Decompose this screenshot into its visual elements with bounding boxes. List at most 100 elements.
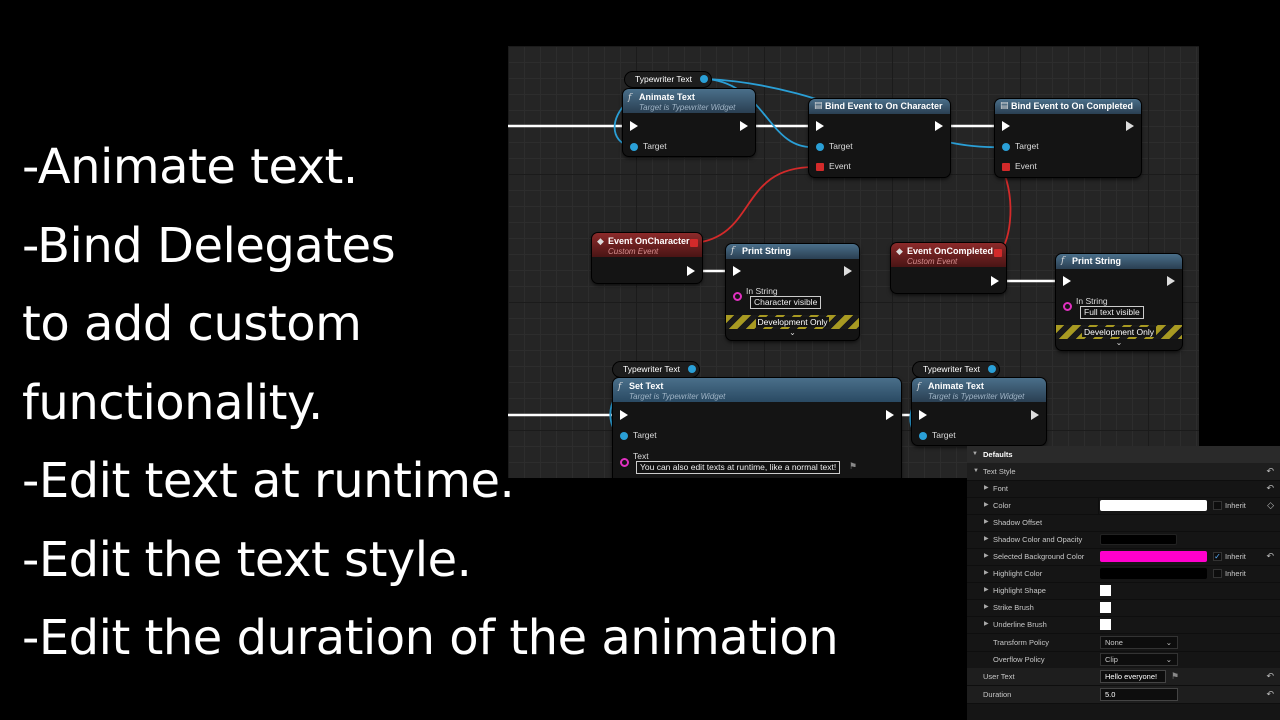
text-pin-icon[interactable] <box>620 458 629 467</box>
duration-row[interactable]: Duration 5.0 ↶ <box>967 686 1280 704</box>
print-string-node[interactable]: f Print String In String Full text visib… <box>1056 254 1182 350</box>
exec-in-pin-icon[interactable] <box>1002 121 1010 131</box>
animate-text-node[interactable]: f Animate Text Target is Typewriter Widg… <box>912 378 1046 445</box>
event-on-completed-node[interactable]: ◆ Event OnCompleted Custom Event <box>891 243 1006 293</box>
color-row[interactable]: ▶ Color Inherit ◇ <box>967 497 1280 515</box>
user-text-row[interactable]: User Text Hello everyone! ⚑ ↶ <box>967 668 1280 686</box>
bind-on-character-node[interactable]: ▤ Bind Event to On Character Target Even… <box>809 99 950 177</box>
user-text-input[interactable]: Hello everyone! <box>1100 670 1166 683</box>
target-pin-icon[interactable] <box>816 143 824 151</box>
delegate-pin-icon[interactable] <box>690 239 698 247</box>
expand-triangle-icon[interactable]: ▶ <box>984 599 989 616</box>
blueprint-graph[interactable]: Typewriter Text Typewriter Text Typewrit… <box>508 46 1199 478</box>
expand-triangle-icon[interactable]: ▶ <box>984 497 989 514</box>
transform-policy-dropdown[interactable]: None ⌄ <box>1100 636 1178 649</box>
chevron-down-icon: ⌄ <box>1165 655 1172 664</box>
shadow-color-swatch[interactable] <box>1100 534 1177 545</box>
localization-flag-icon[interactable]: ⚑ <box>1171 668 1179 685</box>
brush-swatch[interactable] <box>1100 585 1111 596</box>
overflow-policy-row[interactable]: Overflow Policy Clip ⌄ <box>967 651 1280 669</box>
collapse-triangle-icon[interactable]: ▼ <box>973 463 979 480</box>
expand-triangle-icon[interactable]: ▶ <box>984 582 989 599</box>
exec-in-pin-icon[interactable] <box>630 121 638 131</box>
expand-chevron-icon[interactable]: ⌄ <box>726 328 859 337</box>
string-pin-icon[interactable] <box>1063 302 1072 311</box>
typewriter-variable-node[interactable]: Typewriter Text <box>613 362 699 377</box>
reset-arrow-icon[interactable]: ↶ <box>1266 668 1274 685</box>
exec-out-pin-icon[interactable] <box>844 266 852 276</box>
exec-out-pin-icon[interactable] <box>935 121 943 131</box>
highlight-color-swatch[interactable] <box>1100 568 1207 579</box>
duration-input[interactable]: 5.0 <box>1100 688 1178 701</box>
inherit-checkbox[interactable] <box>1213 501 1222 510</box>
reset-arrow-icon[interactable]: ↶ <box>1266 480 1274 497</box>
in-string-field[interactable]: Full text visible <box>1080 306 1144 319</box>
set-text-node[interactable]: f Set Text Target is Typewriter Widget T… <box>613 378 901 478</box>
exec-in-pin-icon[interactable] <box>620 410 628 420</box>
event-on-character-node[interactable]: ◆ Event OnCharacter Custom Event <box>592 233 702 283</box>
text-field[interactable]: You can also edit texts at runtime, like… <box>636 461 841 474</box>
typewriter-variable-node[interactable]: Typewriter Text <box>625 72 711 87</box>
reset-diamond-icon[interactable]: ◇ <box>1267 497 1274 514</box>
collapse-triangle-icon[interactable]: ▼ <box>972 446 978 463</box>
localization-flag-icon[interactable]: ⚑ <box>849 461 857 472</box>
event-pin-icon[interactable] <box>1002 163 1010 171</box>
expand-chevron-icon[interactable]: ⌄ <box>1056 338 1182 347</box>
exec-in-pin-icon[interactable] <box>1063 276 1071 286</box>
underline-brush-row[interactable]: ▶ Underline Brush <box>967 616 1280 634</box>
highlight-color-row[interactable]: ▶ Highlight Color Inherit <box>967 565 1280 583</box>
transform-policy-row[interactable]: Transform Policy None ⌄ <box>967 634 1280 652</box>
event-pin-icon[interactable] <box>816 163 824 171</box>
typewriter-variable-node[interactable]: Typewriter Text <box>913 362 999 377</box>
exec-out-pin-icon[interactable] <box>991 276 999 286</box>
selected-bg-swatch[interactable] <box>1100 551 1207 562</box>
event-icon: ◆ <box>597 237 604 247</box>
exec-in-pin-icon[interactable] <box>919 410 927 420</box>
highlight-shape-row[interactable]: ▶ Highlight Shape <box>967 582 1280 600</box>
brush-swatch[interactable] <box>1100 602 1111 613</box>
print-string-node[interactable]: f Print String In String Character visib… <box>726 244 859 340</box>
target-pin-icon[interactable] <box>1002 143 1010 151</box>
reset-arrow-icon[interactable]: ↶ <box>1266 463 1274 480</box>
delegate-pin-icon[interactable] <box>994 249 1002 257</box>
color-swatch[interactable] <box>1100 500 1207 511</box>
reset-arrow-icon[interactable]: ↶ <box>1266 686 1274 703</box>
target-pin-icon[interactable] <box>630 143 638 151</box>
shadow-offset-row[interactable]: ▶ Shadow Offset <box>967 514 1280 532</box>
exec-out-pin-icon[interactable] <box>740 121 748 131</box>
in-string-field[interactable]: Character visible <box>750 296 822 309</box>
column-divider <box>1098 497 1099 514</box>
animate-text-node[interactable]: f Animate Text Target is Typewriter Widg… <box>623 89 755 156</box>
exec-out-pin-icon[interactable] <box>1167 276 1175 286</box>
text-style-row[interactable]: ▼ Text Style ↶ <box>967 463 1280 481</box>
expand-triangle-icon[interactable]: ▶ <box>984 480 989 497</box>
exec-out-pin-icon[interactable] <box>886 410 894 420</box>
brush-swatch[interactable] <box>1100 619 1111 630</box>
strike-brush-row[interactable]: ▶ Strike Brush <box>967 599 1280 617</box>
expand-triangle-icon[interactable]: ▶ <box>984 531 989 548</box>
font-row[interactable]: ▶ Font ↶ <box>967 480 1280 498</box>
output-pin-icon[interactable] <box>688 365 696 373</box>
output-pin-icon[interactable] <box>700 75 708 83</box>
exec-in-pin-icon[interactable] <box>733 266 741 276</box>
expand-triangle-icon[interactable]: ▶ <box>984 565 989 582</box>
inherit-checkbox[interactable] <box>1213 569 1222 578</box>
exec-in-pin-icon[interactable] <box>816 121 824 131</box>
exec-out-pin-icon[interactable] <box>1031 410 1039 420</box>
expand-triangle-icon[interactable]: ▶ <box>984 548 989 565</box>
bind-on-completed-node[interactable]: ▤ Bind Event to On Completed Target Even… <box>995 99 1141 177</box>
overflow-policy-dropdown[interactable]: Clip ⌄ <box>1100 653 1178 666</box>
exec-out-pin-icon[interactable] <box>1126 121 1134 131</box>
defaults-category[interactable]: ▼ Defaults <box>967 446 1280 464</box>
selected-background-row[interactable]: ▶ Selected Background Color ✓ Inherit ↶ <box>967 548 1280 566</box>
output-pin-icon[interactable] <box>988 365 996 373</box>
inherit-checkbox-checked[interactable]: ✓ <box>1213 552 1222 561</box>
reset-arrow-icon[interactable]: ↶ <box>1266 548 1274 565</box>
exec-out-pin-icon[interactable] <box>687 266 695 276</box>
shadow-color-row[interactable]: ▶ Shadow Color and Opacity <box>967 531 1280 549</box>
string-pin-icon[interactable] <box>733 292 742 301</box>
expand-triangle-icon[interactable]: ▶ <box>984 616 989 633</box>
expand-triangle-icon[interactable]: ▶ <box>984 514 989 531</box>
target-pin-icon[interactable] <box>919 432 927 440</box>
target-pin-icon[interactable] <box>620 432 628 440</box>
